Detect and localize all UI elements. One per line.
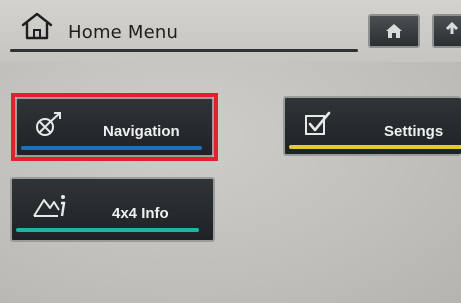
navigation-tile[interactable]: Navigation: [15, 97, 214, 157]
info-4x4-label: 4x4 Info: [112, 205, 169, 222]
info-4x4-tile[interactable]: 4x4 Info: [10, 177, 215, 242]
home-button[interactable]: [368, 14, 420, 48]
navigation-accent-bar: [21, 146, 202, 150]
screen: Home Menu Navigation Settings 4x4 Info: [0, 0, 461, 303]
settings-tile[interactable]: Settings: [283, 96, 461, 156]
home-outline-icon: [21, 12, 53, 40]
mountain-info-icon: [33, 195, 66, 217]
back-button[interactable]: [432, 14, 461, 48]
info-4x4-accent-bar: [16, 228, 199, 232]
page-title: Home Menu: [68, 22, 179, 43]
header-divider: [10, 49, 358, 52]
navigation-icon: [36, 112, 61, 136]
navigation-label: Navigation: [103, 123, 180, 140]
checkbox-icon: [305, 111, 331, 135]
settings-accent-bar: [289, 145, 461, 149]
settings-label: Settings: [384, 123, 444, 140]
header-bar: Home Menu: [0, 0, 461, 62]
back-icon: [445, 22, 459, 34]
home-icon: [386, 24, 402, 38]
